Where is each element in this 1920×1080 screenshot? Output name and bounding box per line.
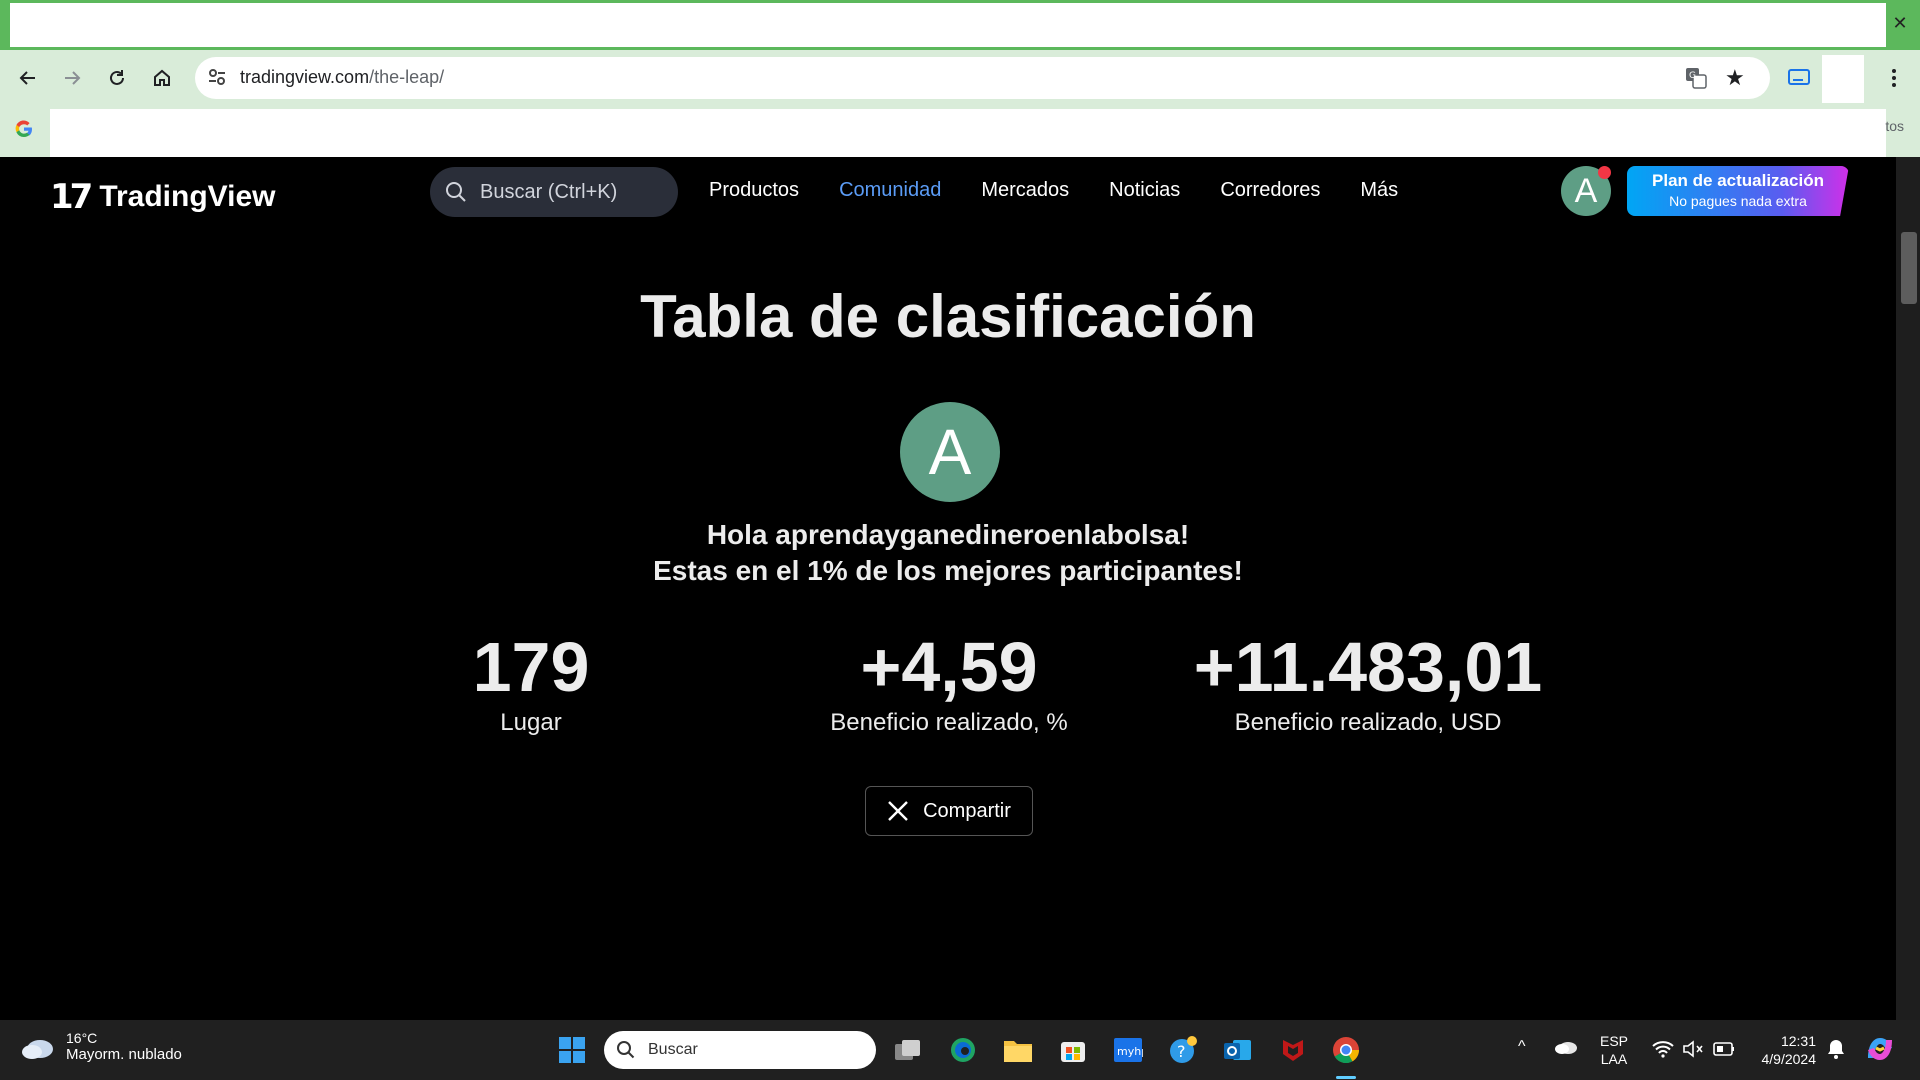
mcafee-icon[interactable] [1277,1034,1309,1066]
weather-description: Mayorm. nublado [66,1046,182,1063]
bookmarks-overflow-text[interactable]: tos [1885,118,1904,134]
nav-comunidad[interactable]: Comunidad [839,179,941,202]
nav-mas[interactable]: Más [1360,179,1398,202]
stat-rank-value: 179 [472,628,590,706]
close-window-icon[interactable]: ✕ [1888,12,1912,36]
help-icon[interactable]: ? [1167,1034,1199,1066]
stat-rank-label: Lugar [500,709,562,736]
arrow-left-icon [19,71,35,85]
clock-time: 12:31 [1780,1033,1816,1049]
url-path: /the-leap/ [369,67,445,87]
forward-button[interactable] [54,60,90,96]
greeting-text: Hola aprendayganedineroenlabolsa! Estas … [0,517,1896,589]
taskbar-search[interactable]: Buscar [604,1031,876,1069]
windows-start-icon[interactable] [556,1034,588,1066]
input-language[interactable]: ESP LAA [1600,1032,1628,1068]
main-nav: Productos Comunidad Mercados Noticias Co… [709,179,1398,202]
taskbar-search-placeholder: Buscar [648,1041,698,1058]
arrow-right-icon [65,71,81,85]
chrome-icon[interactable] [1330,1034,1362,1066]
kebab-menu-icon [1892,69,1896,87]
cast-icon [1788,69,1810,85]
back-button[interactable] [10,60,46,96]
reload-icon [110,70,124,85]
tradingview-page: 17 TradingView Buscar (Ctrl+K) Productos… [0,157,1896,1020]
page-title: Tabla de clasificación [640,283,1256,350]
tab-strip-redacted [10,3,1886,47]
search-icon [446,182,466,202]
greeting-line-1: Hola aprendayganedineroenlabolsa! [706,519,1190,550]
weather-temperature: 16°C [66,1030,98,1046]
nav-mercados[interactable]: Mercados [981,179,1069,202]
logo-mark: 17 [50,177,93,217]
nav-noticias[interactable]: Noticias [1109,179,1180,202]
logo-text: TradingView [99,180,276,213]
notification-dot [1598,166,1611,179]
scrollbar-thumb[interactable] [1901,232,1917,304]
share-label: Compartir [923,799,1011,822]
extension-redacted [1822,55,1864,103]
bookmark-star-icon[interactable]: ★ [1725,66,1745,91]
tradingview-logo[interactable]: 17 TradingView [50,177,276,217]
upgrade-plan-button[interactable]: Plan de actualización No pagues nada ext… [1627,166,1849,216]
google-icon[interactable] [14,119,34,143]
svg-text:?: ? [1177,1042,1186,1061]
cloud-icon [22,1039,53,1059]
stat-profit-percent: +4,59 Beneficio realizado, % [739,627,1159,737]
stat-profit-usd: +11.483,01 Beneficio realizado, USD [1158,627,1578,737]
stat-profit-percent-value: +4,59 [860,628,1038,706]
microsoft-store-icon[interactable] [1057,1034,1089,1066]
nav-corredores[interactable]: Corredores [1220,179,1320,202]
language-code: ESP [1600,1033,1629,1049]
clock[interactable]: 12:31 4/9/2024 [1752,1032,1817,1068]
reload-button[interactable] [99,60,135,96]
upgrade-title: Plan de actualización [1652,171,1824,190]
bookmarks-redacted [50,109,1886,158]
menu-button[interactable] [1876,60,1912,96]
outlook-icon[interactable] [1222,1034,1254,1066]
notification-bell-icon[interactable] [1826,1038,1846,1065]
onedrive-cloud-icon[interactable] [1554,1038,1578,1059]
home-button[interactable] [144,60,180,96]
stat-profit-percent-label: Beneficio realizado, % [830,709,1068,736]
copilot-icon[interactable] [1864,1034,1896,1069]
browser-tab-bar [0,0,1920,50]
profile-avatar: A [900,402,1000,502]
weather-widget[interactable]: 16°C Mayorm. nublado [20,1030,182,1063]
bookmarks-bar [0,107,1920,158]
translate-icon[interactable]: G [1685,67,1707,93]
url-domain: tradingview.com [240,67,370,87]
task-view-icon[interactable] [892,1034,924,1066]
nav-productos[interactable]: Productos [709,179,799,202]
site-search[interactable]: Buscar (Ctrl+K) [430,167,678,217]
search-icon [617,1041,635,1059]
stat-profit-usd-value: +11.483,01 [1193,628,1543,706]
site-info-icon[interactable] [207,67,227,91]
volume-muted-icon[interactable] [1682,1039,1704,1064]
file-explorer-icon[interactable] [1002,1034,1034,1066]
edge-icon[interactable] [947,1034,979,1066]
url-text: tradingview.com/the-leap/ [240,67,444,88]
stat-rank: 179 Lugar [321,627,741,737]
svg-text:G: G [1689,71,1696,81]
svg-text:myhp: myhp [1117,1045,1143,1058]
share-button[interactable]: Compartir [865,786,1033,836]
active-app-indicator [1336,1076,1356,1079]
battery-icon[interactable] [1713,1042,1735,1061]
greeting-line-2: Estas en el 1% de los mejores participan… [653,555,1243,586]
cast-button[interactable] [1781,60,1817,96]
keyboard-layout: LAA [1600,1051,1628,1067]
search-placeholder: Buscar (Ctrl+K) [480,180,618,203]
show-hidden-icons-chevron-icon[interactable]: ^ [1518,1038,1526,1056]
taskbar: 16°C Mayorm. nublado Buscar myhp ? ^ [0,1020,1920,1080]
stat-profit-usd-label: Beneficio realizado, USD [1234,709,1502,736]
x-logo-icon [888,801,908,821]
clock-date: 4/9/2024 [1761,1051,1817,1067]
home-icon [154,69,170,86]
myhp-icon[interactable]: myhp [1112,1034,1144,1066]
wifi-icon[interactable] [1652,1040,1674,1063]
upgrade-subtitle: No pagues nada extra [1669,193,1807,209]
